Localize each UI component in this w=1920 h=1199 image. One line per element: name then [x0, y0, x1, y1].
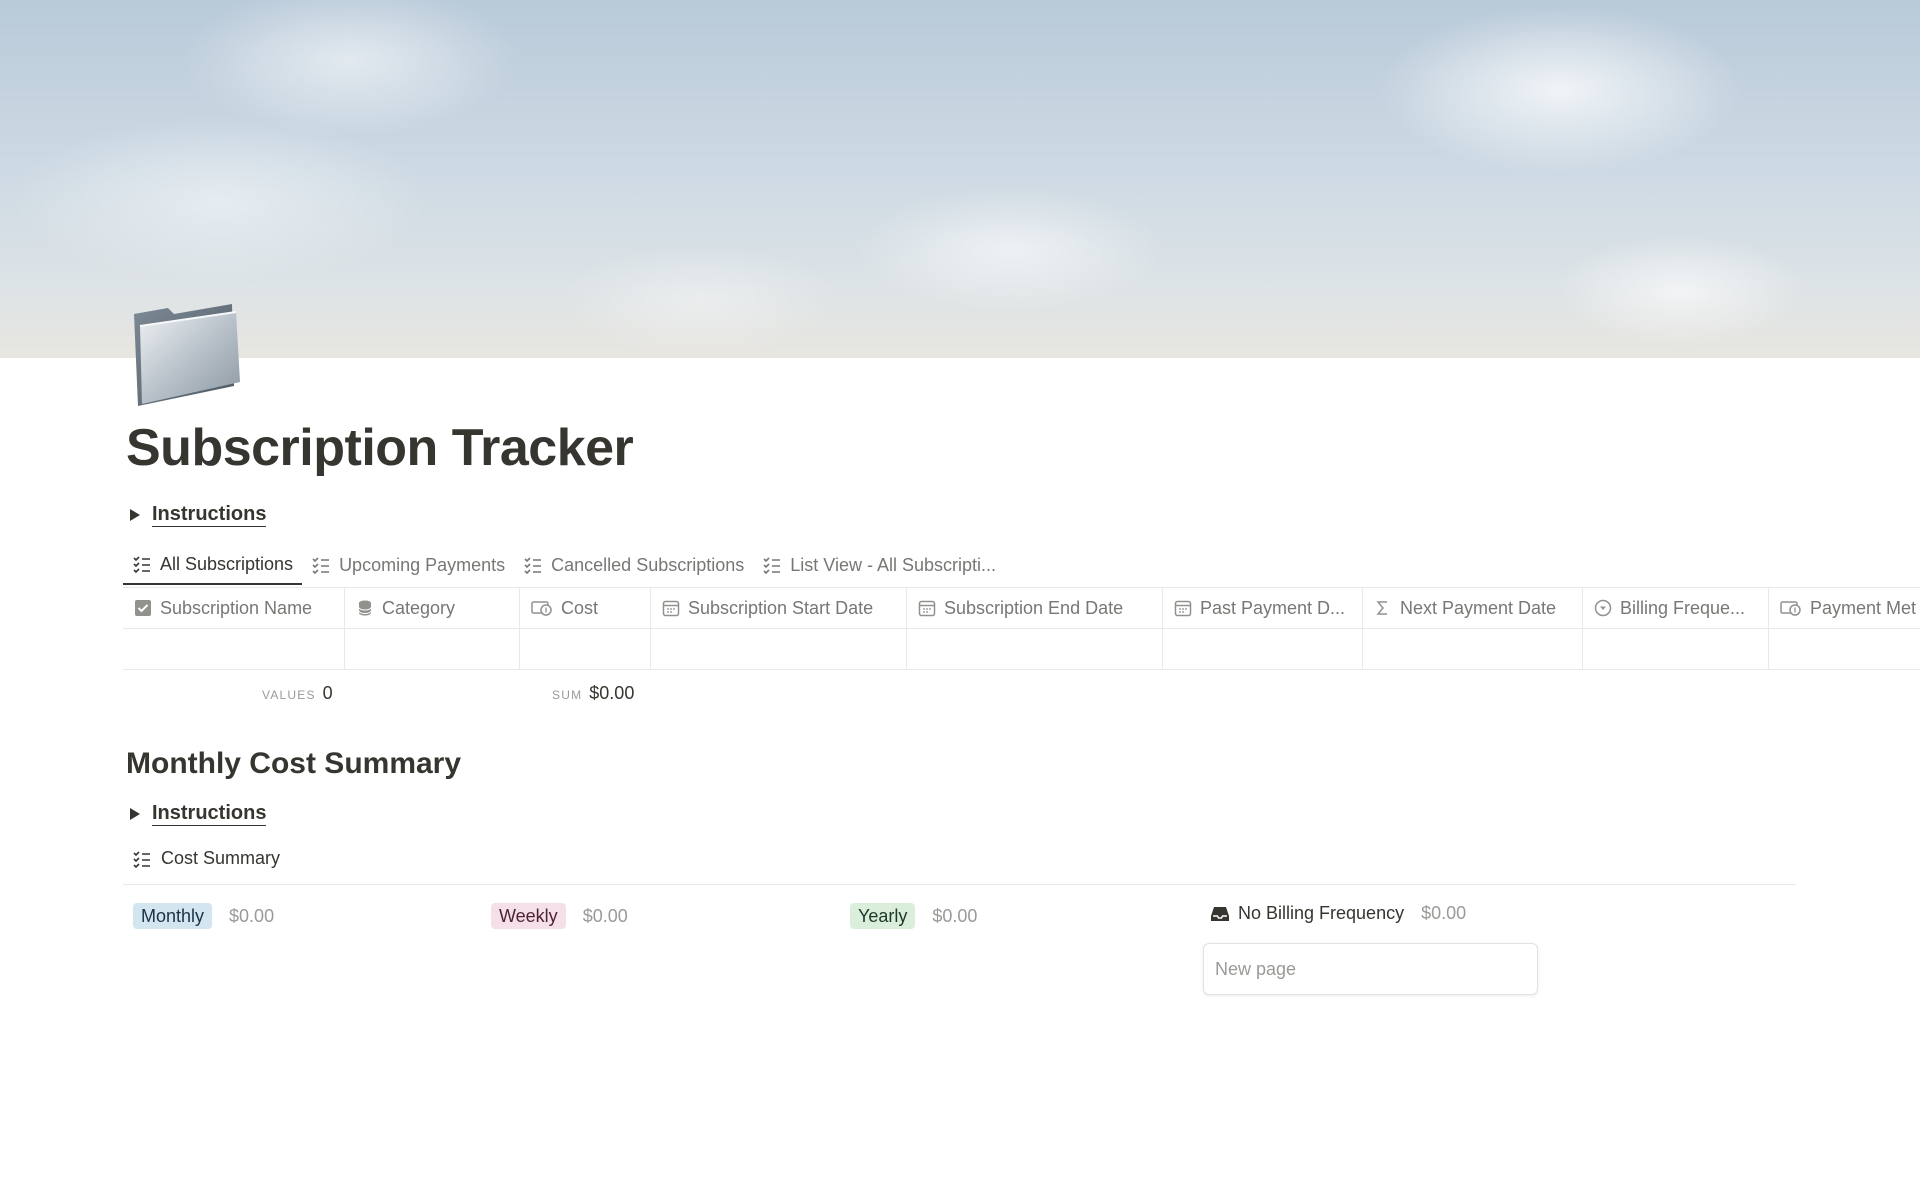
calculation-sum-cost[interactable]: SUM $0.00: [552, 683, 634, 704]
group-header: No Billing Frequency: [1210, 903, 1404, 924]
file-folder-icon[interactable]: [128, 300, 240, 410]
subscriptions-table: Subscription Name Category Cost Subscrip…: [123, 587, 1920, 670]
column-label: Subscription Start Date: [688, 597, 874, 618]
column-label: Category: [382, 597, 456, 618]
checkbox-icon: [135, 600, 151, 616]
new-page-card[interactable]: New page: [1203, 943, 1538, 995]
column-label: Payment Met: [1810, 597, 1917, 618]
column-label: Subscription Name: [160, 597, 313, 618]
money-icon: [531, 601, 552, 616]
board-group-no-billing-frequency[interactable]: No Billing Frequency $0.00: [1210, 903, 1466, 924]
tab-list-view[interactable]: List View - All Subscripti...: [753, 545, 1005, 585]
page-title: Subscription Tracker: [126, 419, 634, 477]
database-icon: [358, 600, 372, 616]
calendar-icon: [1174, 600, 1192, 617]
column-header-payment-method[interactable]: Payment Met: [1769, 588, 1920, 628]
table-cell[interactable]: [1583, 629, 1769, 669]
checklist-icon: [133, 850, 150, 868]
calculation-value: $0.00: [589, 683, 635, 703]
tab-cost-summary[interactable]: Cost Summary: [132, 848, 280, 869]
instructions-toggle[interactable]: Instructions: [130, 502, 267, 527]
board-group-monthly[interactable]: Monthly $0.00: [133, 903, 274, 929]
column-header-subscription-name[interactable]: Subscription Name: [123, 588, 345, 628]
instructions-label[interactable]: Instructions: [152, 502, 267, 527]
status-icon: [1594, 599, 1612, 617]
table-cell[interactable]: [1163, 629, 1363, 669]
column-label: Next Payment Date: [1400, 597, 1557, 618]
table-cell[interactable]: [123, 629, 345, 669]
table-row[interactable]: [123, 628, 1920, 670]
table-cell[interactable]: [520, 629, 651, 669]
calculation-key: SUM: [552, 688, 583, 702]
new-page-placeholder: New page: [1215, 958, 1297, 979]
tab-label: Cancelled Subscriptions: [551, 554, 745, 575]
toggle-triangle-icon[interactable]: [130, 508, 140, 521]
tab-label: List View - All Subscripti...: [790, 554, 996, 575]
group-tag: Monthly: [133, 903, 213, 929]
group-label: No Billing Frequency: [1238, 903, 1405, 923]
checklist-icon: [133, 556, 150, 574]
board-group-weekly[interactable]: Weekly $0.00: [491, 903, 628, 929]
table-cell[interactable]: [345, 629, 520, 669]
checklist-icon: [524, 557, 542, 575]
calculation-value: 0: [322, 683, 333, 703]
tab-cancelled-subscriptions[interactable]: Cancelled Subscriptions: [514, 545, 753, 585]
column-label: Billing Freque...: [1620, 597, 1746, 618]
column-header-billing-frequency[interactable]: Billing Freque...: [1583, 588, 1769, 628]
instructions-toggle[interactable]: Instructions: [130, 801, 267, 826]
tab-upcoming-payments[interactable]: Upcoming Payments: [302, 545, 514, 585]
checklist-icon: [763, 557, 781, 575]
column-header-past-payment-date[interactable]: Past Payment D...: [1163, 588, 1363, 628]
group-amount: $0.00: [229, 905, 275, 926]
section-heading: Monthly Cost Summary: [126, 747, 462, 780]
column-header-category[interactable]: Category: [345, 588, 520, 628]
column-label: Cost: [561, 597, 599, 618]
board-group-yearly[interactable]: Yearly $0.00: [850, 903, 977, 929]
table-header-row: Subscription Name Category Cost Subscrip…: [123, 587, 1920, 628]
table-cell[interactable]: [651, 629, 907, 669]
column-label: Subscription End Date: [944, 597, 1124, 618]
column-header-next-payment-date[interactable]: Next Payment Date: [1363, 588, 1583, 628]
column-label: Past Payment D...: [1200, 597, 1346, 618]
tab-label: All Subscriptions: [160, 553, 294, 574]
page-cover-image: [0, 0, 1920, 358]
group-amount: $0.00: [1421, 903, 1467, 923]
column-header-subscription-start-date[interactable]: Subscription Start Date: [651, 588, 907, 628]
column-header-subscription-end-date[interactable]: Subscription End Date: [907, 588, 1163, 628]
table-cell[interactable]: [907, 629, 1163, 669]
money-icon: [1780, 601, 1801, 616]
group-amount: $0.00: [582, 905, 628, 926]
inbox-icon: [1211, 906, 1229, 921]
tab-all-subscriptions[interactable]: All Subscriptions: [123, 545, 303, 585]
column-header-cost[interactable]: Cost: [520, 588, 651, 628]
divider: [123, 884, 1796, 885]
tab-label: Cost Summary: [161, 848, 281, 868]
instructions-label[interactable]: Instructions: [152, 801, 267, 826]
group-tag: Yearly: [850, 903, 916, 929]
table-cell[interactable]: [1363, 629, 1583, 669]
group-amount: $0.00: [932, 905, 978, 926]
tab-label: Upcoming Payments: [339, 554, 506, 575]
group-tag: Weekly: [491, 903, 566, 929]
calculation-count-values[interactable]: VALUES 0: [262, 683, 333, 704]
toggle-triangle-icon[interactable]: [130, 807, 140, 820]
database-view-tabs: All Subscriptions Upcoming Payments Canc…: [123, 545, 1005, 587]
calculation-key: VALUES: [262, 688, 316, 702]
checklist-icon: [312, 557, 330, 575]
sigma-icon: [1376, 601, 1387, 615]
calendar-icon: [918, 600, 936, 617]
table-cell[interactable]: [1769, 629, 1920, 669]
calendar-icon: [662, 600, 680, 617]
